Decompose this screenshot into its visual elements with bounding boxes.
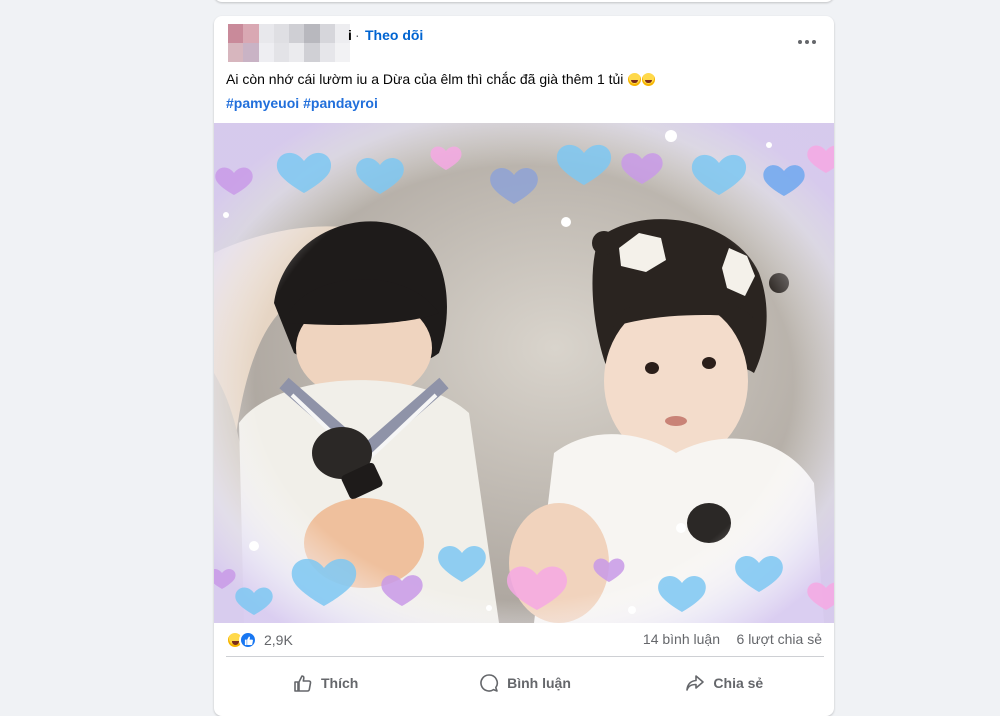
share-button[interactable]: Chia sẻ [625,657,824,701]
hashtag-list: #pamyeuoi #pandayroi [226,95,382,111]
ellipsis-icon [798,40,802,44]
post-header: i · Theo dõi [214,16,834,72]
comment-bubble-icon [480,674,499,692]
post-photo[interactable] [214,123,834,623]
author-name-suffix[interactable]: i [348,27,352,43]
blurred-author-name[interactable] [228,24,350,62]
post-message: Ai còn nhớ cái lườm iu a Dừa của êlm thì… [226,71,656,87]
reaction-count[interactable]: 2,9K [264,632,293,648]
post-card: i · Theo dõi Ai còn nhớ cái lườm iu a Dừ… [214,16,834,716]
like-reaction-icon [239,631,257,649]
post-message-text: Ai còn nhớ cái lườm iu a Dừa của êlm thì… [226,71,624,87]
thumbs-up-icon [294,675,312,692]
laughing-tears-emoji-icon [628,73,642,86]
laughing-tears-emoji-icon [642,73,656,86]
header-separator: · [355,27,360,43]
share-arrow-icon [686,675,705,691]
shares-count[interactable]: 6 lượt chia sẻ [737,631,822,647]
comments-count[interactable]: 14 bình luận [643,631,720,647]
photo-illustration [214,123,834,623]
reaction-icons[interactable] [226,631,262,649]
like-button[interactable]: Thích [226,657,425,701]
hashtag-link[interactable]: #pandayroi [303,95,378,111]
hashtag-link[interactable]: #pamyeuoi [226,95,299,111]
follow-button[interactable]: Theo dõi [365,27,423,43]
like-button-label: Thích [320,675,359,691]
post-stats-bar: 2,9K 14 bình luận 6 lượt chia sẻ [214,623,834,657]
share-button-label: Chia sẻ [713,675,764,691]
more-options-button[interactable] [792,30,822,54]
comment-button[interactable]: Bình luận [425,657,624,701]
post-action-bar: Thích Bình luận Chia sẻ [226,657,824,701]
comment-button-label: Bình luận [507,675,571,691]
previous-post-card-edge [214,0,834,2]
